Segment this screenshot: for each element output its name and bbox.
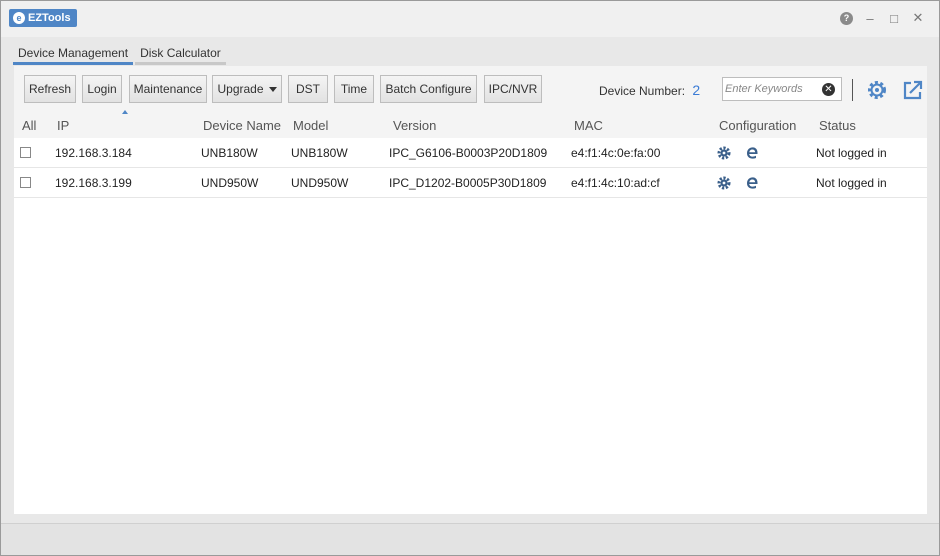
device-number-value: 2 xyxy=(692,82,701,98)
cell-status: Not logged in xyxy=(816,146,887,160)
cell-mac: e4:f1:4c:10:ad:cf xyxy=(571,176,660,190)
dst-button[interactable]: DST xyxy=(288,75,328,103)
upgrade-label: Upgrade xyxy=(217,82,264,96)
table-header: All IP Device Name Model Version MAC Con… xyxy=(14,110,927,138)
col-status[interactable]: Status xyxy=(819,118,856,133)
export-icon[interactable] xyxy=(902,79,924,101)
app-logo: e EZTools xyxy=(9,9,77,27)
window-controls: ? – □ ✕ xyxy=(840,10,925,26)
cell-ip: 192.168.3.184 xyxy=(55,146,132,160)
cell-version: IPC_D1202-B0005P30D1809 xyxy=(389,176,547,190)
close-icon[interactable]: ✕ xyxy=(911,10,925,25)
browser-e-icon[interactable] xyxy=(745,175,761,191)
browser-e-icon[interactable] xyxy=(745,145,761,161)
toolbar-divider xyxy=(852,79,853,101)
maintenance-button[interactable]: Maintenance xyxy=(129,75,207,103)
batch-configure-button[interactable]: Batch Configure xyxy=(380,75,477,103)
table-row[interactable]: 192.168.3.184 UNB180W UNB180W IPC_G6106-… xyxy=(14,138,927,168)
search-box: ✕ xyxy=(722,77,842,101)
toolbar: Refresh Login Maintenance Upgrade DST Ti… xyxy=(14,66,927,112)
minimize-icon[interactable]: – xyxy=(863,11,877,26)
table-row[interactable]: 192.168.3.199 UND950W UND950W IPC_D1202-… xyxy=(14,168,927,198)
ipc-nvr-button[interactable]: IPC/NVR xyxy=(484,75,542,103)
search-input[interactable] xyxy=(725,80,821,98)
col-all[interactable]: All xyxy=(22,118,36,133)
tab-device-management[interactable]: Device Management xyxy=(13,43,134,65)
device-number-label: Device Number: xyxy=(599,84,686,98)
col-configuration[interactable]: Configuration xyxy=(719,118,796,133)
cell-status: Not logged in xyxy=(816,176,887,190)
col-mac[interactable]: MAC xyxy=(574,118,603,133)
sort-indicator-icon xyxy=(122,110,128,114)
col-device-name[interactable]: Device Name xyxy=(203,118,281,133)
main-tabs: Device Management Disk Calculator xyxy=(13,43,226,65)
status-bar xyxy=(1,523,939,555)
refresh-button[interactable]: Refresh xyxy=(24,75,76,103)
app-window: e EZTools ? – □ ✕ Device Management Disk… xyxy=(0,0,940,556)
upgrade-dropdown-button[interactable]: Upgrade xyxy=(212,75,282,103)
login-button[interactable]: Login xyxy=(82,75,122,103)
maximize-icon[interactable]: □ xyxy=(887,11,901,26)
cell-device-name: UNB180W xyxy=(201,146,258,160)
col-version[interactable]: Version xyxy=(393,118,436,133)
cell-ip: 192.168.3.199 xyxy=(55,176,132,190)
dropdown-caret-icon xyxy=(268,86,277,92)
tab-disk-calculator[interactable]: Disk Calculator xyxy=(135,43,226,65)
config-gear-icon[interactable] xyxy=(716,145,732,161)
cell-model: UND950W xyxy=(291,176,349,190)
settings-gear-icon[interactable] xyxy=(866,79,888,101)
clear-search-icon[interactable]: ✕ xyxy=(822,83,835,96)
config-gear-icon[interactable] xyxy=(716,175,732,191)
cell-model: UNB180W xyxy=(291,146,348,160)
eztools-logo-icon: e xyxy=(13,12,25,24)
col-ip[interactable]: IP xyxy=(57,118,69,133)
help-icon[interactable]: ? xyxy=(840,11,853,25)
app-title: EZTools xyxy=(28,12,71,24)
col-model[interactable]: Model xyxy=(293,118,328,133)
device-number: Device Number: 2 xyxy=(599,82,700,98)
time-button[interactable]: Time xyxy=(334,75,374,103)
cell-version: IPC_G6106-B0003P20D1809 xyxy=(389,146,548,160)
cell-mac: e4:f1:4c:0e:fa:00 xyxy=(571,146,661,160)
device-management-panel: Refresh Login Maintenance Upgrade DST Ti… xyxy=(14,66,927,514)
row-checkbox[interactable] xyxy=(20,177,31,188)
cell-device-name: UND950W xyxy=(201,176,259,190)
row-checkbox[interactable] xyxy=(20,147,31,158)
title-bar: e EZTools ? – □ ✕ xyxy=(1,1,939,37)
